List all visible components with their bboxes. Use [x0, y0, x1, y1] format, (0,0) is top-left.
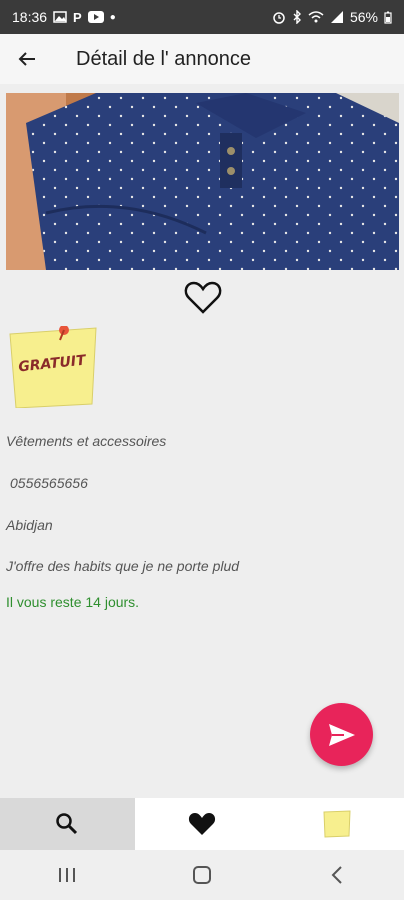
youtube-icon [87, 11, 104, 23]
home-icon [192, 866, 211, 884]
listing-photo [6, 93, 399, 270]
bottom-nav [0, 798, 404, 850]
recent-apps-icon [59, 868, 76, 882]
back-button[interactable] [0, 34, 54, 84]
remaining-days-text: Il vous reste 14 jours. [6, 594, 140, 610]
phone-text[interactable]: 0556565656 [10, 475, 88, 491]
battery-text: 56% [349, 9, 378, 25]
city-text: Abidjan [6, 517, 53, 533]
signal-icon [330, 11, 343, 23]
dot-icon: ● [109, 11, 116, 23]
nav-favorites[interactable] [135, 798, 270, 850]
chevron-left-icon [331, 866, 342, 884]
home-button[interactable] [172, 855, 232, 895]
battery-icon [384, 11, 392, 24]
search-icon [56, 813, 78, 835]
price-note: GRATUIT [6, 326, 98, 408]
send-icon [328, 723, 355, 746]
p-icon: P [73, 9, 82, 25]
wifi-icon [308, 11, 324, 23]
app-bar: Détail de l' annonce [0, 34, 404, 84]
nav-notes[interactable] [269, 798, 404, 850]
status-bar: 18:36 P ● 56% [0, 0, 404, 34]
status-time: 18:36 [12, 9, 48, 25]
send-message-button[interactable] [310, 703, 373, 766]
image-icon [53, 11, 67, 23]
system-nav-bar [0, 850, 404, 900]
favorite-button[interactable] [184, 281, 222, 315]
page-title: Détail de l' annonce [76, 47, 252, 70]
heart-icon [188, 812, 216, 835]
description-text: J'offre des habits que je ne porte plud [6, 558, 240, 574]
bluetooth-icon [293, 10, 301, 24]
arrow-left-icon [18, 52, 35, 66]
system-back-button[interactable] [307, 855, 367, 895]
recent-apps-button[interactable] [37, 855, 97, 895]
heart-outline-icon [184, 281, 222, 314]
nav-search[interactable] [0, 798, 135, 850]
alarm-icon [273, 12, 285, 24]
category-text: Vêtements et accessoires [6, 433, 167, 449]
note-icon [323, 810, 351, 838]
